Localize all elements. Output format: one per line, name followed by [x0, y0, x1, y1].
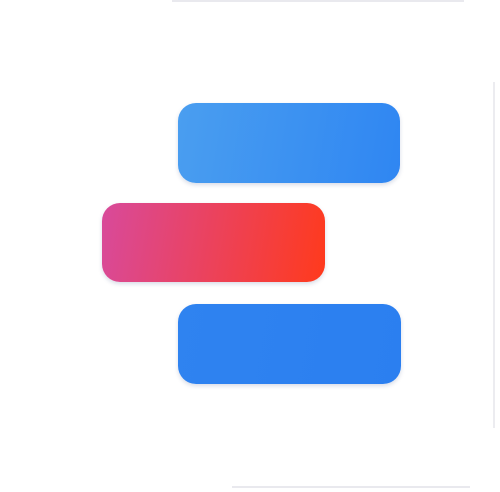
logo-middle-bar: [102, 203, 325, 282]
logo-bottom-bar: [178, 304, 401, 384]
logo-top-bar: [178, 103, 400, 183]
logo-canvas: [0, 0, 500, 492]
stacked-bars-logo-icon: [0, 0, 500, 492]
